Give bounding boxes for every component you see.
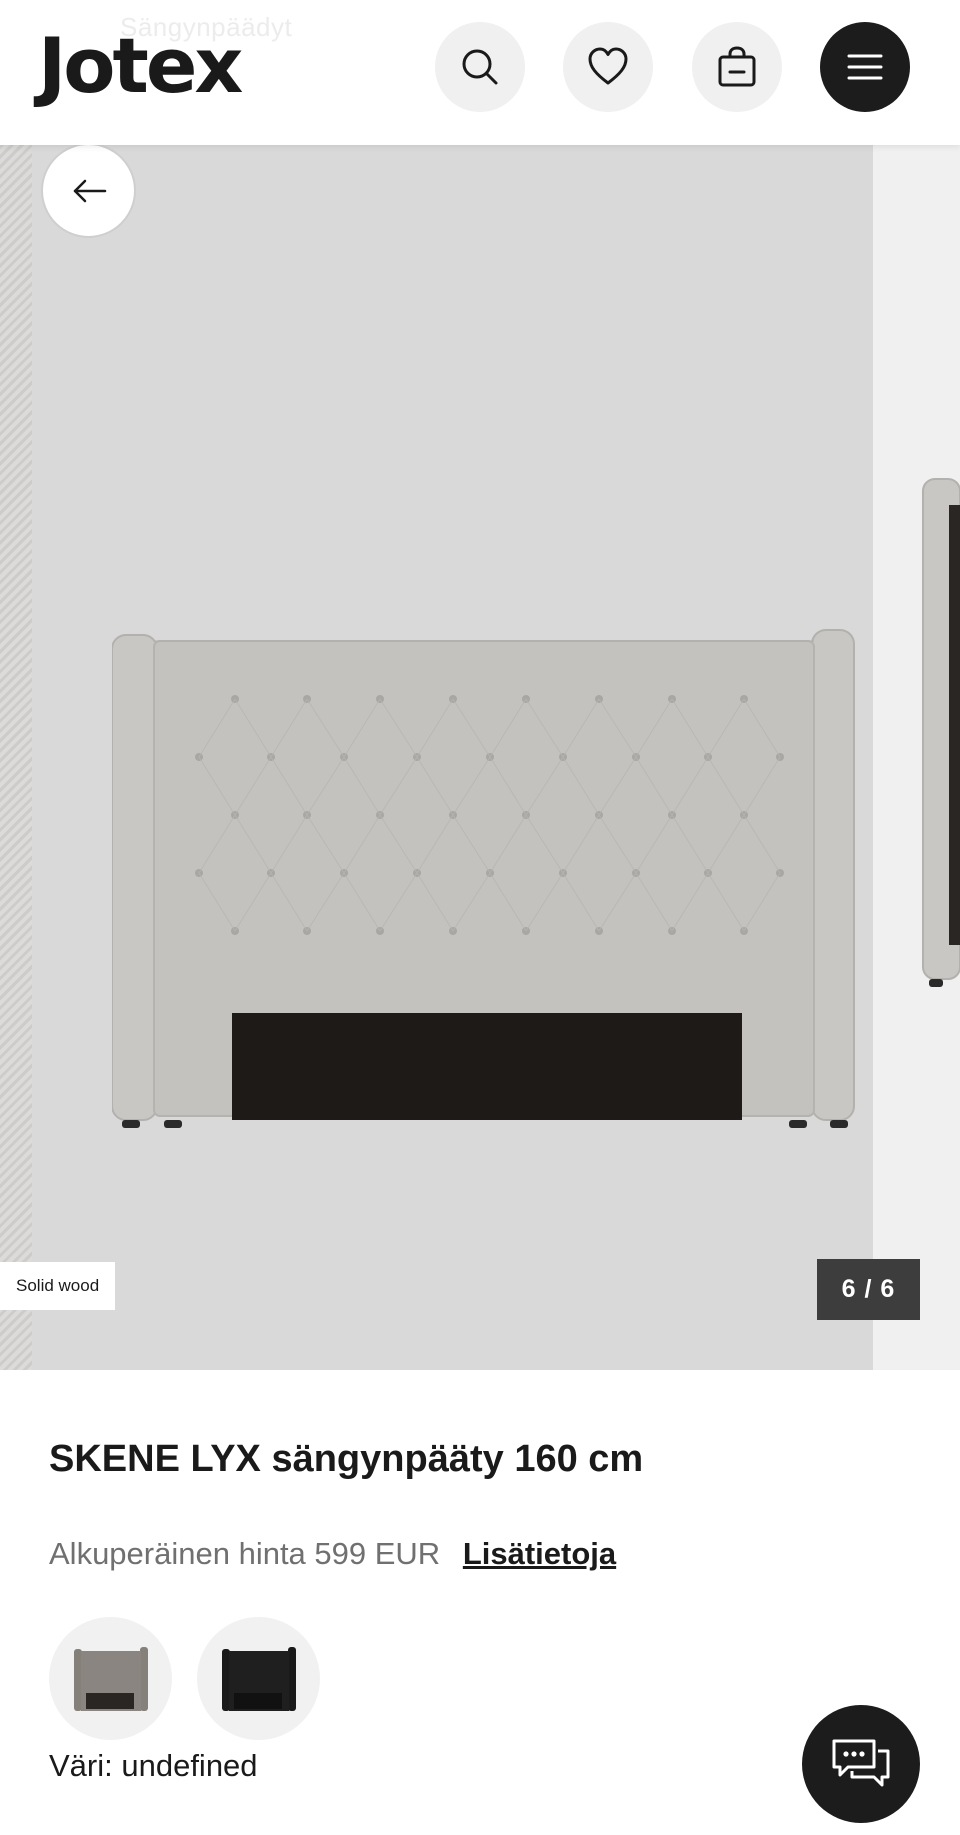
product-image-gallery[interactable] <box>0 145 960 1370</box>
chat-icon <box>832 1739 890 1787</box>
menu-icon <box>847 54 883 80</box>
chat-button[interactable] <box>802 1705 920 1823</box>
color-label: Väri: undefined <box>49 1748 258 1783</box>
next-slide-peek[interactable] <box>873 145 960 1370</box>
site-header: Sängynpäädyt Jotex <box>0 0 960 145</box>
menu-button[interactable] <box>820 22 910 112</box>
black-headboard-thumbnail <box>221 1646 296 1711</box>
heart-icon <box>588 47 628 85</box>
jotex-logo[interactable]: Jotex <box>38 18 243 114</box>
cart-button[interactable] <box>692 22 782 112</box>
price-row: Alkuperäinen hinta 599 EUR Lisätietoja <box>49 1536 616 1572</box>
product-image[interactable] <box>32 145 873 1370</box>
favorites-button[interactable] <box>563 22 653 112</box>
product-title: SKENE LYX sängynpääty 160 cm <box>49 1438 644 1480</box>
original-price: Alkuperäinen hinta 599 EUR <box>49 1536 441 1571</box>
back-button[interactable] <box>41 143 136 238</box>
image-counter: 6 / 6 <box>817 1259 920 1320</box>
search-icon <box>462 49 498 85</box>
next-headboard-image <box>922 478 960 987</box>
color-swatch-grey[interactable] <box>49 1617 172 1740</box>
search-button[interactable] <box>435 22 525 112</box>
headboard-image <box>112 629 855 1128</box>
more-info-link[interactable]: Lisätietoja <box>463 1536 616 1571</box>
arrow-left-icon <box>73 179 106 202</box>
grey-headboard-thumbnail <box>73 1646 148 1711</box>
color-swatch-black[interactable] <box>197 1617 320 1740</box>
previous-slide-peek[interactable] <box>0 145 32 1370</box>
material-badge: Solid wood <box>0 1262 116 1310</box>
shopping-bag-icon <box>718 46 756 87</box>
